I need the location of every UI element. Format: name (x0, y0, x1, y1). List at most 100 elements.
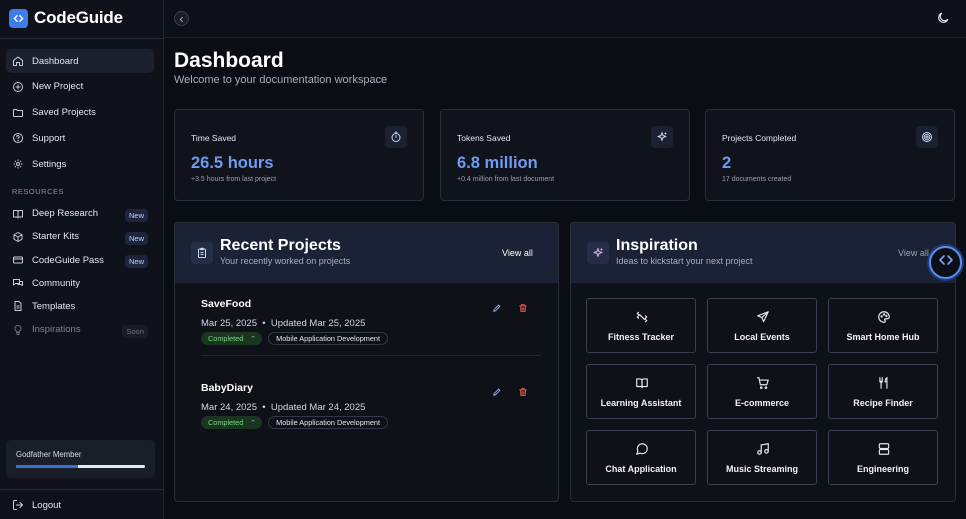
status-badge[interactable]: Completed ⌃ (201, 416, 263, 429)
view-all-projects-link[interactable]: View all (502, 248, 533, 258)
sidebar-item-new-project[interactable]: New Project (6, 75, 154, 99)
panel-title: Recent Projects (220, 237, 341, 254)
project-dates: Mar 24, 2025 • Updated Mar 24, 2025 (201, 402, 365, 413)
sidebar-item-label: Templates (32, 300, 76, 312)
theme-toggle-button[interactable] (936, 11, 950, 25)
panel-subtitle: Ideas to kickstart your next project (616, 256, 753, 266)
sidebar-item-settings[interactable]: Settings (6, 152, 154, 176)
panel-subtitle: Your recently worked on projects (220, 256, 351, 266)
edit-project-button[interactable] (492, 300, 502, 312)
inspiration-panel: Inspiration Ideas to kickstart your next… (570, 222, 956, 502)
plane-icon (756, 310, 770, 324)
main-nav: Dashboard New Project Saved Projects Sup… (6, 49, 154, 178)
stat-label: Tokens Saved (457, 133, 511, 143)
tile-label: Recipe Finder (853, 398, 913, 408)
project-created: Mar 24, 2025 (201, 402, 257, 413)
sidebar-item-saved-projects[interactable]: Saved Projects (6, 101, 154, 125)
stat-card-tokens-saved: Tokens Saved 6.8 million +0.4 million fr… (440, 109, 690, 201)
inspiration-tile-smart-home-hub[interactable]: Smart Home Hub (828, 298, 938, 353)
sidebar-divider (0, 38, 164, 39)
sidebar-item-support[interactable]: Support (6, 126, 154, 150)
pencil-icon (492, 300, 502, 317)
sidebar-item-dashboard[interactable]: Dashboard (6, 49, 154, 73)
moon-icon (936, 12, 950, 29)
inspiration-tile-chat-application[interactable]: Chat Application (586, 430, 696, 485)
logout-label: Logout (32, 499, 62, 511)
tile-label: Smart Home Hub (846, 332, 920, 342)
inspiration-tile-local-events[interactable]: Local Events (707, 298, 817, 353)
main-content: Dashboard Welcome to your documentation … (164, 39, 966, 519)
brand[interactable]: CodeGuide (9, 8, 123, 28)
status-badge[interactable]: Completed ⌃ (201, 332, 263, 345)
edit-project-button[interactable] (492, 384, 502, 396)
sidebar-item-starter-kits[interactable]: Starter Kits New (6, 226, 154, 247)
inspiration-tile-engineering[interactable]: Engineering (828, 430, 938, 485)
stat-value: 2 (722, 154, 732, 172)
chevron-left-icon (178, 10, 185, 28)
sidebar-item-label: New Project (32, 81, 84, 93)
stopwatch-icon (385, 126, 407, 148)
inspiration-tile-fitness-tracker[interactable]: Fitness Tracker (586, 298, 696, 353)
tile-label: Chat Application (605, 464, 677, 474)
membership-card[interactable]: Godfather Member (6, 440, 155, 478)
sidebar: CodeGuide Dashboard New Project Saved Pr… (0, 0, 164, 519)
stat-card-time-saved: Time Saved 26.5 hours +3.5 hours from la… (174, 109, 424, 201)
recent-projects-panel: Recent Projects Your recently worked on … (174, 222, 559, 502)
server-icon (877, 442, 891, 456)
category-badge: Mobile Application Development (268, 416, 389, 429)
stat-subtext: +3.5 hours from last project (191, 176, 277, 183)
delete-project-button[interactable] (518, 300, 528, 312)
floating-code-button[interactable] (929, 246, 962, 279)
trash-icon (518, 384, 528, 401)
book-icon (12, 208, 24, 220)
topbar (164, 0, 966, 38)
tile-label: E-commerce (734, 398, 790, 408)
document-icon (12, 300, 24, 312)
tile-label: Learning Assistant (600, 398, 682, 408)
stat-card-projects-completed: Projects Completed 2 17 documents create… (705, 109, 955, 201)
panel-header: Recent Projects Your recently worked on … (175, 223, 558, 283)
delete-project-button[interactable] (518, 384, 528, 396)
stat-value: 26.5 hours (191, 154, 274, 172)
lightbulb-icon (12, 324, 24, 336)
app-root: CodeGuide Dashboard New Project Saved Pr… (0, 0, 966, 519)
project-updated: Updated Mar 24, 2025 (270, 402, 366, 413)
resources-heading: RESOURCES (12, 187, 65, 196)
package-icon (12, 231, 24, 243)
inspiration-tile-e-commerce[interactable]: E-commerce (707, 364, 817, 419)
view-all-inspiration-link[interactable]: View all (898, 248, 929, 258)
status-label: Completed (208, 334, 244, 343)
logout-button[interactable]: Logout (12, 499, 61, 511)
sidebar-item-label: Inspirations (32, 324, 81, 336)
tile-label: Engineering (856, 464, 909, 474)
home-icon (12, 55, 24, 67)
new-badge: New (124, 232, 148, 246)
sidebar-item-inspirations[interactable]: Inspirations Soon (6, 319, 154, 340)
message-circle-icon (635, 442, 649, 456)
stat-subtext: +0.4 million from last document (457, 176, 555, 183)
collapse-sidebar-button[interactable] (174, 11, 189, 26)
sidebar-item-templates[interactable]: Templates (6, 296, 154, 317)
chat-icon (12, 277, 24, 289)
tile-label: Music Streaming (725, 464, 799, 474)
palette-icon (877, 310, 891, 324)
code-icon (938, 252, 954, 273)
soon-badge: Soon (122, 324, 148, 338)
card-icon (12, 254, 24, 266)
stat-label: Projects Completed (722, 133, 797, 143)
sidebar-item-deep-research[interactable]: Deep Research New (6, 203, 154, 224)
inspiration-tile-music-streaming[interactable]: Music Streaming (707, 430, 817, 485)
sidebar-item-label: Starter Kits (32, 231, 79, 243)
inspiration-tile-recipe-finder[interactable]: Recipe Finder (828, 364, 938, 419)
sidebar-item-community[interactable]: Community (6, 273, 154, 294)
membership-progress-fill (16, 465, 78, 468)
gear-icon (12, 158, 24, 170)
sidebar-item-label: Deep Research (32, 208, 99, 220)
sidebar-item-codeguide-pass[interactable]: CodeGuide Pass New (6, 249, 154, 270)
membership-label: Godfather Member (16, 450, 82, 459)
trash-icon (518, 300, 528, 317)
pencil-icon (492, 384, 502, 401)
tile-label: Local Events (734, 332, 790, 342)
folder-icon (12, 107, 24, 119)
inspiration-tile-learning-assistant[interactable]: Learning Assistant (586, 364, 696, 419)
